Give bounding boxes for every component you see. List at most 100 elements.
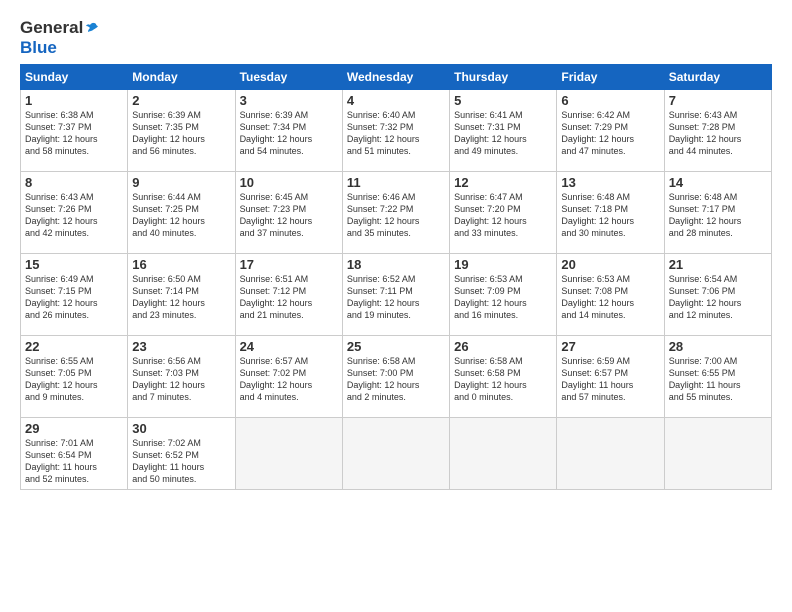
day-info: Sunrise: 6:38 AMSunset: 7:37 PMDaylight:… — [25, 109, 123, 158]
weekday-tuesday: Tuesday — [235, 65, 342, 90]
calendar-cell: 10Sunrise: 6:45 AMSunset: 7:23 PMDayligh… — [235, 172, 342, 254]
day-info: Sunrise: 6:40 AMSunset: 7:32 PMDaylight:… — [347, 109, 445, 158]
week-row-4: 22Sunrise: 6:55 AMSunset: 7:05 PMDayligh… — [21, 336, 772, 418]
day-number: 13 — [561, 175, 659, 190]
day-number: 28 — [669, 339, 767, 354]
weekday-friday: Friday — [557, 65, 664, 90]
day-info: Sunrise: 7:00 AMSunset: 6:55 PMDaylight:… — [669, 355, 767, 404]
calendar-cell: 1Sunrise: 6:38 AMSunset: 7:37 PMDaylight… — [21, 90, 128, 172]
weekday-thursday: Thursday — [450, 65, 557, 90]
day-info: Sunrise: 6:51 AMSunset: 7:12 PMDaylight:… — [240, 273, 338, 322]
calendar-cell: 23Sunrise: 6:56 AMSunset: 7:03 PMDayligh… — [128, 336, 235, 418]
day-number: 24 — [240, 339, 338, 354]
day-number: 2 — [132, 93, 230, 108]
day-number: 9 — [132, 175, 230, 190]
day-number: 19 — [454, 257, 552, 272]
calendar-cell: 22Sunrise: 6:55 AMSunset: 7:05 PMDayligh… — [21, 336, 128, 418]
calendar-cell: 18Sunrise: 6:52 AMSunset: 7:11 PMDayligh… — [342, 254, 449, 336]
day-info: Sunrise: 6:41 AMSunset: 7:31 PMDaylight:… — [454, 109, 552, 158]
day-number: 10 — [240, 175, 338, 190]
calendar-cell: 19Sunrise: 6:53 AMSunset: 7:09 PMDayligh… — [450, 254, 557, 336]
header: General Blue — [20, 18, 772, 58]
calendar-cell — [450, 418, 557, 490]
logo: General Blue — [20, 18, 100, 58]
calendar-cell — [664, 418, 771, 490]
day-info: Sunrise: 6:52 AMSunset: 7:11 PMDaylight:… — [347, 273, 445, 322]
day-info: Sunrise: 6:56 AMSunset: 7:03 PMDaylight:… — [132, 355, 230, 404]
day-number: 29 — [25, 421, 123, 436]
weekday-header-row: SundayMondayTuesdayWednesdayThursdayFrid… — [21, 65, 772, 90]
calendar-cell — [235, 418, 342, 490]
weekday-saturday: Saturday — [664, 65, 771, 90]
day-number: 8 — [25, 175, 123, 190]
day-info: Sunrise: 6:49 AMSunset: 7:15 PMDaylight:… — [25, 273, 123, 322]
calendar-cell: 13Sunrise: 6:48 AMSunset: 7:18 PMDayligh… — [557, 172, 664, 254]
day-info: Sunrise: 6:43 AMSunset: 7:26 PMDaylight:… — [25, 191, 123, 240]
week-row-3: 15Sunrise: 6:49 AMSunset: 7:15 PMDayligh… — [21, 254, 772, 336]
day-info: Sunrise: 7:02 AMSunset: 6:52 PMDaylight:… — [132, 437, 230, 486]
week-row-1: 1Sunrise: 6:38 AMSunset: 7:37 PMDaylight… — [21, 90, 772, 172]
calendar-cell: 24Sunrise: 6:57 AMSunset: 7:02 PMDayligh… — [235, 336, 342, 418]
day-info: Sunrise: 7:01 AMSunset: 6:54 PMDaylight:… — [25, 437, 123, 486]
day-number: 30 — [132, 421, 230, 436]
calendar-cell: 2Sunrise: 6:39 AMSunset: 7:35 PMDaylight… — [128, 90, 235, 172]
day-info: Sunrise: 6:53 AMSunset: 7:08 PMDaylight:… — [561, 273, 659, 322]
calendar-cell: 26Sunrise: 6:58 AMSunset: 6:58 PMDayligh… — [450, 336, 557, 418]
day-info: Sunrise: 6:44 AMSunset: 7:25 PMDaylight:… — [132, 191, 230, 240]
day-info: Sunrise: 6:58 AMSunset: 6:58 PMDaylight:… — [454, 355, 552, 404]
calendar-cell: 28Sunrise: 7:00 AMSunset: 6:55 PMDayligh… — [664, 336, 771, 418]
calendar-cell: 17Sunrise: 6:51 AMSunset: 7:12 PMDayligh… — [235, 254, 342, 336]
calendar-cell: 25Sunrise: 6:58 AMSunset: 7:00 PMDayligh… — [342, 336, 449, 418]
calendar-cell: 4Sunrise: 6:40 AMSunset: 7:32 PMDaylight… — [342, 90, 449, 172]
day-number: 4 — [347, 93, 445, 108]
day-number: 23 — [132, 339, 230, 354]
day-info: Sunrise: 6:55 AMSunset: 7:05 PMDaylight:… — [25, 355, 123, 404]
calendar-cell: 6Sunrise: 6:42 AMSunset: 7:29 PMDaylight… — [557, 90, 664, 172]
calendar-cell: 3Sunrise: 6:39 AMSunset: 7:34 PMDaylight… — [235, 90, 342, 172]
day-number: 3 — [240, 93, 338, 108]
day-info: Sunrise: 6:54 AMSunset: 7:06 PMDaylight:… — [669, 273, 767, 322]
weekday-wednesday: Wednesday — [342, 65, 449, 90]
calendar-cell: 20Sunrise: 6:53 AMSunset: 7:08 PMDayligh… — [557, 254, 664, 336]
day-number: 11 — [347, 175, 445, 190]
day-info: Sunrise: 6:46 AMSunset: 7:22 PMDaylight:… — [347, 191, 445, 240]
day-number: 21 — [669, 257, 767, 272]
day-info: Sunrise: 6:57 AMSunset: 7:02 PMDaylight:… — [240, 355, 338, 404]
day-number: 18 — [347, 257, 445, 272]
calendar-cell: 30Sunrise: 7:02 AMSunset: 6:52 PMDayligh… — [128, 418, 235, 490]
day-info: Sunrise: 6:45 AMSunset: 7:23 PMDaylight:… — [240, 191, 338, 240]
weekday-monday: Monday — [128, 65, 235, 90]
day-number: 12 — [454, 175, 552, 190]
day-info: Sunrise: 6:58 AMSunset: 7:00 PMDaylight:… — [347, 355, 445, 404]
calendar-cell: 12Sunrise: 6:47 AMSunset: 7:20 PMDayligh… — [450, 172, 557, 254]
day-number: 7 — [669, 93, 767, 108]
weekday-sunday: Sunday — [21, 65, 128, 90]
day-info: Sunrise: 6:39 AMSunset: 7:34 PMDaylight:… — [240, 109, 338, 158]
day-number: 5 — [454, 93, 552, 108]
day-info: Sunrise: 6:53 AMSunset: 7:09 PMDaylight:… — [454, 273, 552, 322]
day-number: 20 — [561, 257, 659, 272]
calendar-cell: 9Sunrise: 6:44 AMSunset: 7:25 PMDaylight… — [128, 172, 235, 254]
calendar-table: SundayMondayTuesdayWednesdayThursdayFrid… — [20, 64, 772, 490]
week-row-5: 29Sunrise: 7:01 AMSunset: 6:54 PMDayligh… — [21, 418, 772, 490]
day-number: 27 — [561, 339, 659, 354]
day-number: 15 — [25, 257, 123, 272]
day-number: 6 — [561, 93, 659, 108]
calendar-cell: 27Sunrise: 6:59 AMSunset: 6:57 PMDayligh… — [557, 336, 664, 418]
day-number: 16 — [132, 257, 230, 272]
calendar-cell: 7Sunrise: 6:43 AMSunset: 7:28 PMDaylight… — [664, 90, 771, 172]
calendar-cell: 14Sunrise: 6:48 AMSunset: 7:17 PMDayligh… — [664, 172, 771, 254]
calendar-cell: 15Sunrise: 6:49 AMSunset: 7:15 PMDayligh… — [21, 254, 128, 336]
calendar-cell: 5Sunrise: 6:41 AMSunset: 7:31 PMDaylight… — [450, 90, 557, 172]
day-info: Sunrise: 6:48 AMSunset: 7:18 PMDaylight:… — [561, 191, 659, 240]
day-number: 22 — [25, 339, 123, 354]
calendar-cell: 16Sunrise: 6:50 AMSunset: 7:14 PMDayligh… — [128, 254, 235, 336]
day-info: Sunrise: 6:47 AMSunset: 7:20 PMDaylight:… — [454, 191, 552, 240]
week-row-2: 8Sunrise: 6:43 AMSunset: 7:26 PMDaylight… — [21, 172, 772, 254]
day-info: Sunrise: 6:59 AMSunset: 6:57 PMDaylight:… — [561, 355, 659, 404]
day-number: 26 — [454, 339, 552, 354]
day-number: 14 — [669, 175, 767, 190]
day-number: 17 — [240, 257, 338, 272]
day-info: Sunrise: 6:39 AMSunset: 7:35 PMDaylight:… — [132, 109, 230, 158]
page: General Blue SundayMondayTuesdayWednesda… — [0, 0, 792, 612]
